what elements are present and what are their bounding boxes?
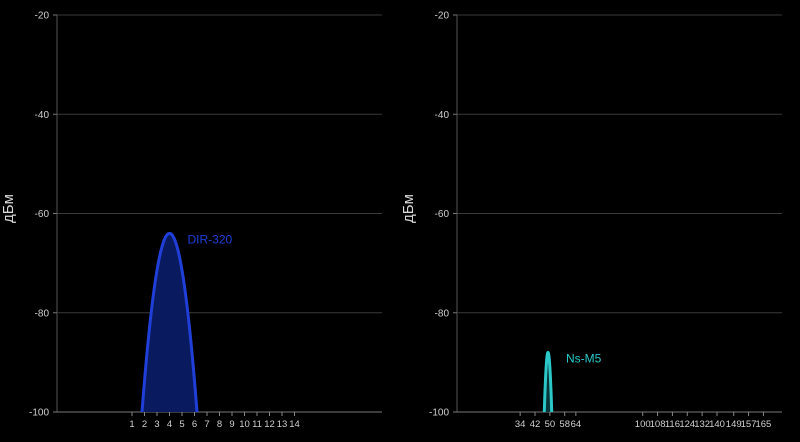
x-tick-label: 5 (179, 419, 184, 430)
x-tick-label: 3 (154, 419, 159, 430)
x-tick-label: 1 (129, 419, 134, 430)
x-tick-label: 2 (142, 419, 147, 430)
series-label: DIR-320 (188, 232, 233, 246)
y-tick-label: -100 (29, 408, 49, 419)
y-tick-label: -40 (35, 110, 50, 121)
y-tick-label: -20 (35, 11, 50, 22)
x-tick-label: 10 (239, 419, 250, 430)
x-tick-label: 50 (545, 419, 556, 430)
y-tick-label: -20 (435, 11, 450, 22)
x-tick-label: 42 (530, 419, 541, 430)
x-tick-label: 7 (204, 419, 209, 430)
y-tick-label: -40 (435, 110, 450, 121)
x-tick-label: 140 (709, 419, 725, 430)
chart-panel-24ghz: дБм -20 -40 -60 -80 -100 1 2 3 4 5 6 7 8 9 10 11 12 13 14 D… (0, 0, 400, 442)
x-tick-label: 8 (217, 419, 222, 430)
x-tick-label: 165 (755, 419, 771, 430)
x-tick-label: 116 (665, 419, 680, 430)
x-tick-label: 124 (679, 419, 695, 430)
y-tick-label: -100 (429, 408, 449, 419)
x-tick-label: 58 (559, 419, 570, 430)
y-tick-label: -80 (435, 308, 450, 319)
chart-5ghz: -20 -40 -60 -80 -100 34 42 50 58 64 100108 116 12413… (429, 11, 782, 430)
x-tick-label: 4 (167, 419, 172, 430)
x-tick-label: 157 (741, 419, 757, 430)
y-tick-label: -60 (435, 209, 450, 220)
x-tick-label: 14 (289, 419, 300, 430)
y-tick-label: -60 (35, 209, 50, 220)
x-tick-label: 9 (229, 419, 234, 430)
series-label: Ns-M5 (566, 351, 602, 365)
x-tick-label: 13 (277, 419, 288, 430)
x-tick-label: 12 (264, 419, 275, 430)
x-tick-label: 6 (192, 419, 197, 430)
x-tick-label: 11 (252, 419, 262, 430)
chart-panel-5ghz: дБм -20 -40 -60 -80 -100 34 42 50 58 64 100 108 116 1… (400, 0, 800, 442)
x-tick-label: 132 (694, 419, 710, 430)
chart-24ghz: -20-40-60-80-1001 2 3 4 5 6 7 8 9 10 11 12 13 14DIR-3… (29, 11, 382, 430)
x-tick-label: 149 (726, 419, 742, 430)
x-tick-label: 34 (515, 419, 526, 430)
x-tick-label: 100 (635, 419, 651, 430)
x-tick-label: 108 (650, 419, 666, 430)
x-tick-label: 64 (571, 419, 582, 430)
y-tick-label: -80 (35, 308, 50, 319)
